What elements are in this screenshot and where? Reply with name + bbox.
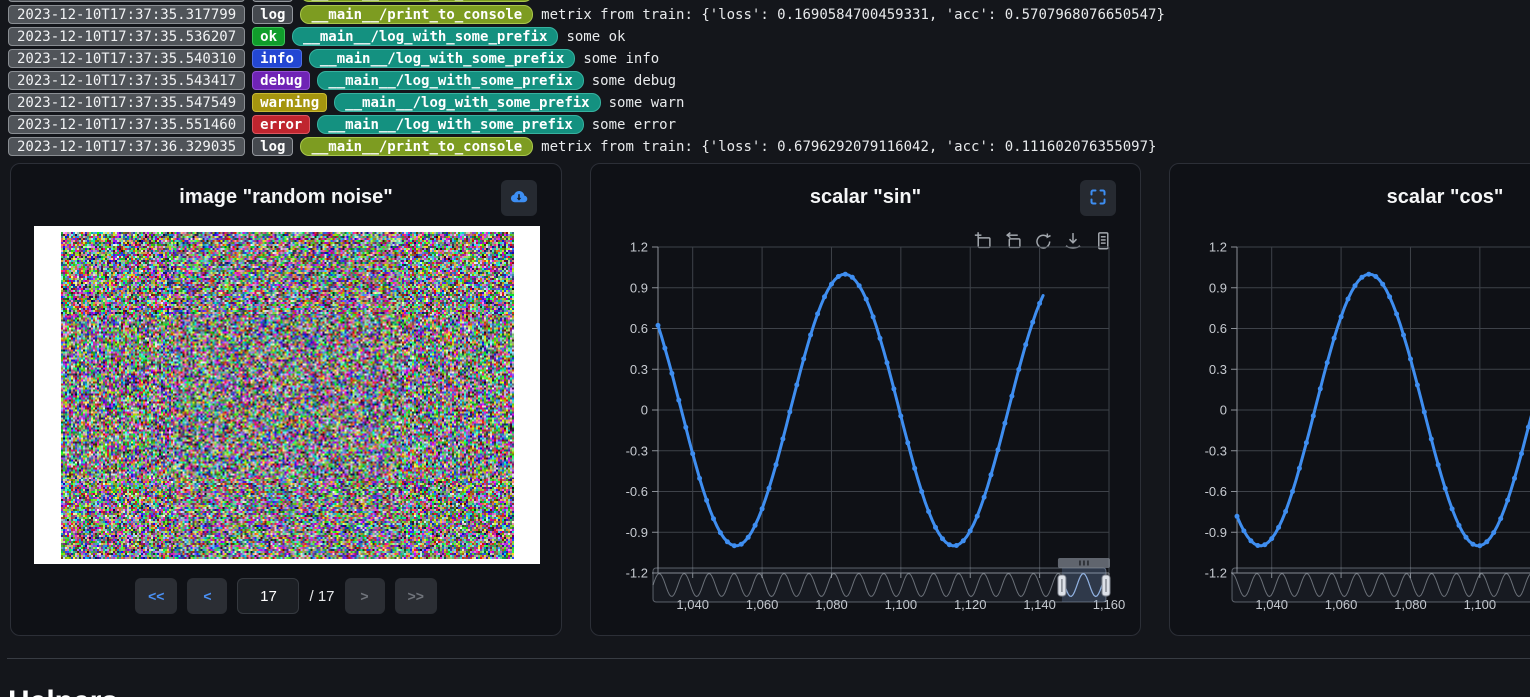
- log-message: metrix from train: {'loss': 0.1690584700…: [541, 0, 1165, 1]
- pager-page-input[interactable]: [237, 578, 299, 614]
- fullscreen-icon: [1089, 188, 1107, 209]
- log-message: some debug: [592, 73, 676, 89]
- logger-badge: __main__/print_to_console: [300, 0, 533, 2]
- y-axis-label: 0.9: [1209, 280, 1227, 295]
- level-badge-warning: warning: [252, 93, 327, 112]
- timestamp-badge: 2023-12-10T17:37:36.329035: [8, 137, 245, 156]
- y-axis-label: -0.9: [626, 525, 648, 540]
- y-axis-label: 1.2: [1209, 240, 1227, 255]
- y-axis-label: 0.6: [630, 321, 648, 336]
- log-message: some error: [592, 117, 676, 133]
- log-row: 2023-12-10T17:37:35.536207 ok __main__/log…: [8, 27, 1530, 46]
- logger-badge: __main__/log_with_some_prefix: [317, 115, 583, 134]
- y-axis-label: 0: [641, 403, 648, 418]
- cos-chart[interactable]: 1.20.90.60.30-0.3-0.6-0.9-1.21,0401,0601…: [1172, 224, 1530, 619]
- y-axis-label: -0.3: [626, 443, 648, 458]
- y-axis-label: -0.3: [1205, 443, 1227, 458]
- pager-total-label: / 17: [309, 588, 334, 605]
- log-section: 2023-12-10T17:37:35.317799 log __main__/pr…: [8, 0, 1530, 159]
- log-message: metrix from train: {'loss': 0.1690584700…: [541, 7, 1165, 23]
- logger-badge: __main__/print_to_console: [300, 5, 533, 24]
- sin-card-title: scalar "sin": [591, 186, 1140, 209]
- pager-first-button[interactable]: <<: [135, 578, 177, 614]
- y-axis-label: 0: [1220, 403, 1227, 418]
- log-row: 2023-12-10T17:37:36.329035 log __main__/pr…: [8, 137, 1530, 156]
- y-axis-label: -0.6: [626, 484, 648, 499]
- log-row: 2023-12-10T17:37:35.551460 error __main__/…: [8, 115, 1530, 134]
- level-badge-info: info: [252, 49, 302, 68]
- y-axis-label: 0.3: [1209, 362, 1227, 377]
- y-axis-label: 0.9: [630, 280, 648, 295]
- sin-chart[interactable]: 1.20.90.60.30-0.3-0.6-0.9-1.21,0401,0601…: [593, 224, 1138, 619]
- timestamp-badge: 2023-12-10T17:37:35.317799: [8, 5, 245, 24]
- random-noise-image: [61, 232, 514, 559]
- log-message: some ok: [566, 29, 625, 45]
- timestamp-badge: 2023-12-10T17:37:35.547549: [8, 93, 245, 112]
- logger-badge: __main__/log_with_some_prefix: [292, 27, 558, 46]
- level-badge-ok: ok: [252, 27, 285, 46]
- image-card-title: image "random noise": [11, 186, 561, 209]
- screen: 2023-12-10T17:37:35.317799 log __main__/pr…: [0, 0, 1530, 697]
- timestamp-badge: 2023-12-10T17:37:35.536207: [8, 27, 245, 46]
- level-badge-error: error: [252, 115, 310, 134]
- y-axis-label: 1.2: [630, 240, 648, 255]
- logger-badge: __main__/log_with_some_prefix: [309, 49, 575, 68]
- log-row: 2023-12-10T17:37:35.317799 log __main__/pr…: [8, 0, 1530, 2]
- section-divider: [7, 658, 1530, 659]
- sin-card: scalar "sin" 1.2 0.9 0.6 0.3 0 -0.3 -0.6 -0.9 -1…: [590, 163, 1141, 636]
- image-pager: << < / 17 > >>: [11, 578, 561, 614]
- logger-badge: __main__/log_with_some_prefix: [334, 93, 600, 112]
- log-row: 2023-12-10T17:37:35.547549 warning __main_…: [8, 93, 1530, 112]
- timestamp-badge: 2023-12-10T17:37:35.317799: [8, 0, 245, 2]
- log-message: some warn: [609, 95, 685, 111]
- level-badge-debug: debug: [252, 71, 310, 90]
- logger-badge: __main__/log_with_some_prefix: [317, 71, 583, 90]
- y-axis-label: -0.6: [1205, 484, 1227, 499]
- log-row: 2023-12-10T17:37:35.543417 debug __main__/…: [8, 71, 1530, 90]
- timestamp-badge: 2023-12-10T17:37:35.543417: [8, 71, 245, 90]
- fullscreen-button[interactable]: [1080, 180, 1116, 216]
- y-axis-label: 0.3: [630, 362, 648, 377]
- y-axis-label: -0.9: [1205, 525, 1227, 540]
- log-row: 2023-12-10T17:37:35.317799 log __main__/pr…: [8, 5, 1530, 24]
- image-card: image "random noise" << < / 17 > >>: [10, 163, 562, 636]
- cos-card: scalar "cos" 1.2 0.9 0.6 0.3 0 -0.3 -0.6 -0.9 -1…: [1169, 163, 1530, 636]
- image-viewer: [34, 226, 540, 564]
- timestamp-badge: 2023-12-10T17:37:35.551460: [8, 115, 245, 134]
- y-axis-label: 0.6: [1209, 321, 1227, 336]
- level-badge-log: log: [252, 137, 293, 156]
- cloud-download-icon: [509, 187, 529, 210]
- timestamp-badge: 2023-12-10T17:37:35.540310: [8, 49, 245, 68]
- datazoom-slider[interactable]: [1232, 558, 1530, 602]
- log-message: some info: [583, 51, 659, 67]
- log-message: metrix from train: {'loss': 0.6796292079…: [541, 139, 1156, 155]
- cos-card-title: scalar "cos": [1170, 186, 1530, 209]
- pager-last-button[interactable]: >>: [395, 578, 437, 614]
- partial-heading: Helpers: [8, 685, 118, 697]
- level-badge-log: log: [252, 5, 293, 24]
- download-button[interactable]: [501, 180, 537, 216]
- level-badge-log: log: [252, 0, 293, 2]
- pager-prev-button[interactable]: <: [187, 578, 227, 614]
- pager-next-button[interactable]: >: [345, 578, 385, 614]
- y-axis-label: -1.2: [626, 566, 648, 581]
- datazoom-slider[interactable]: [653, 558, 1110, 602]
- y-axis-label: -1.2: [1205, 566, 1227, 581]
- log-row: 2023-12-10T17:37:35.540310 info __main__/l…: [8, 49, 1530, 68]
- logger-badge: __main__/print_to_console: [300, 137, 533, 156]
